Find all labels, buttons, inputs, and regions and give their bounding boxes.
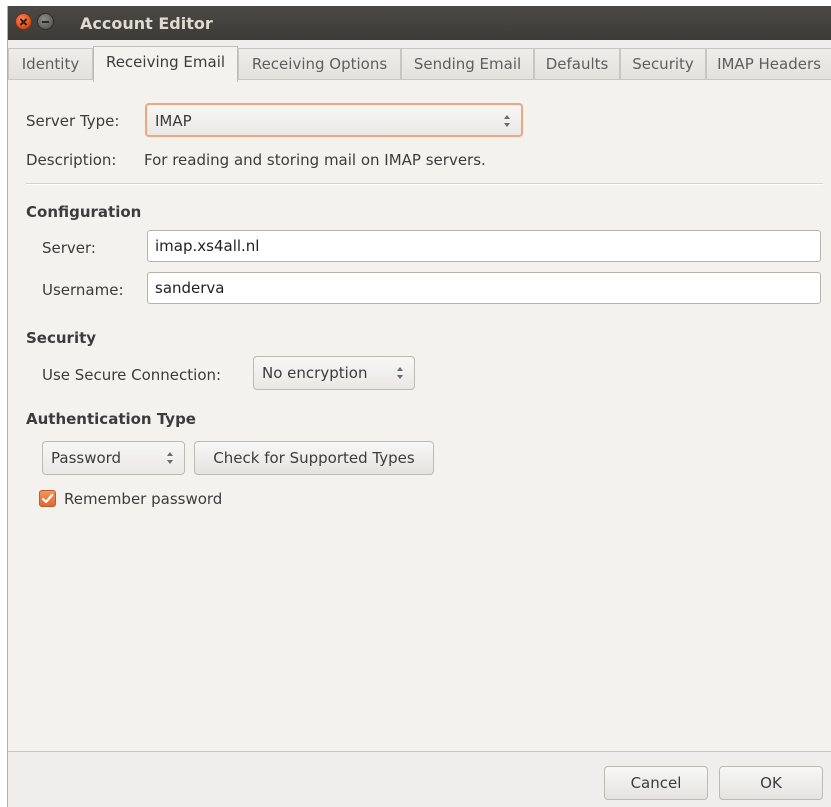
tab-imap-headers[interactable]: IMAP Headers <box>706 48 831 80</box>
separator <box>26 183 823 184</box>
cancel-button[interactable]: Cancel <box>604 766 708 800</box>
secure-connection-label: Use Secure Connection: <box>42 366 222 384</box>
server-type-label: Server Type: <box>26 112 120 130</box>
authentication-heading: Authentication Type <box>26 410 196 428</box>
tab-defaults[interactable]: Defaults <box>534 48 620 80</box>
ok-button[interactable]: OK <box>719 766 823 800</box>
description-text: For reading and storing mail on IMAP ser… <box>144 151 486 169</box>
up-down-arrows-icon <box>504 114 512 128</box>
account-editor-window: Account Editor Identity Receiving Email … <box>7 6 831 807</box>
close-icon[interactable] <box>15 13 32 30</box>
tab-identity[interactable]: Identity <box>8 48 93 80</box>
username-label: Username: <box>42 281 124 299</box>
minimize-icon[interactable] <box>37 13 54 30</box>
authentication-type-value: Password <box>51 449 122 467</box>
up-down-arrows-icon <box>167 451 175 465</box>
window-title: Account Editor <box>80 14 213 33</box>
server-type-value: IMAP <box>155 112 192 130</box>
server-type-select[interactable]: IMAP <box>145 103 523 137</box>
authentication-type-select[interactable]: Password <box>42 441 185 475</box>
title-bar[interactable]: Account Editor <box>8 6 831 40</box>
description-label: Description: <box>26 151 117 169</box>
check-supported-types-button[interactable]: Check for Supported Types <box>194 441 434 475</box>
dialog-footer: Cancel OK <box>8 752 831 807</box>
remember-password-checkbox[interactable] <box>39 490 56 507</box>
server-input[interactable]: imap.xs4all.nl <box>147 230 821 262</box>
username-input[interactable]: sanderva <box>147 272 821 304</box>
secure-connection-select[interactable]: No encryption <box>253 356 415 390</box>
up-down-arrows-icon <box>397 366 405 380</box>
secure-connection-value: No encryption <box>262 364 368 382</box>
tab-receiving-email[interactable]: Receiving Email <box>93 46 238 82</box>
server-label: Server: <box>42 239 96 257</box>
checkmark-icon <box>41 493 54 504</box>
receiving-email-panel: Server Type: IMAP Description: For readi… <box>8 79 831 752</box>
tab-sending-email[interactable]: Sending Email <box>401 48 534 80</box>
tab-security[interactable]: Security <box>620 48 706 80</box>
tab-bar: Identity Receiving Email Receiving Optio… <box>8 46 831 82</box>
remember-password-label: Remember password <box>64 490 223 508</box>
security-heading: Security <box>26 329 97 347</box>
tab-receiving-options[interactable]: Receiving Options <box>238 48 401 80</box>
configuration-heading: Configuration <box>26 203 142 221</box>
